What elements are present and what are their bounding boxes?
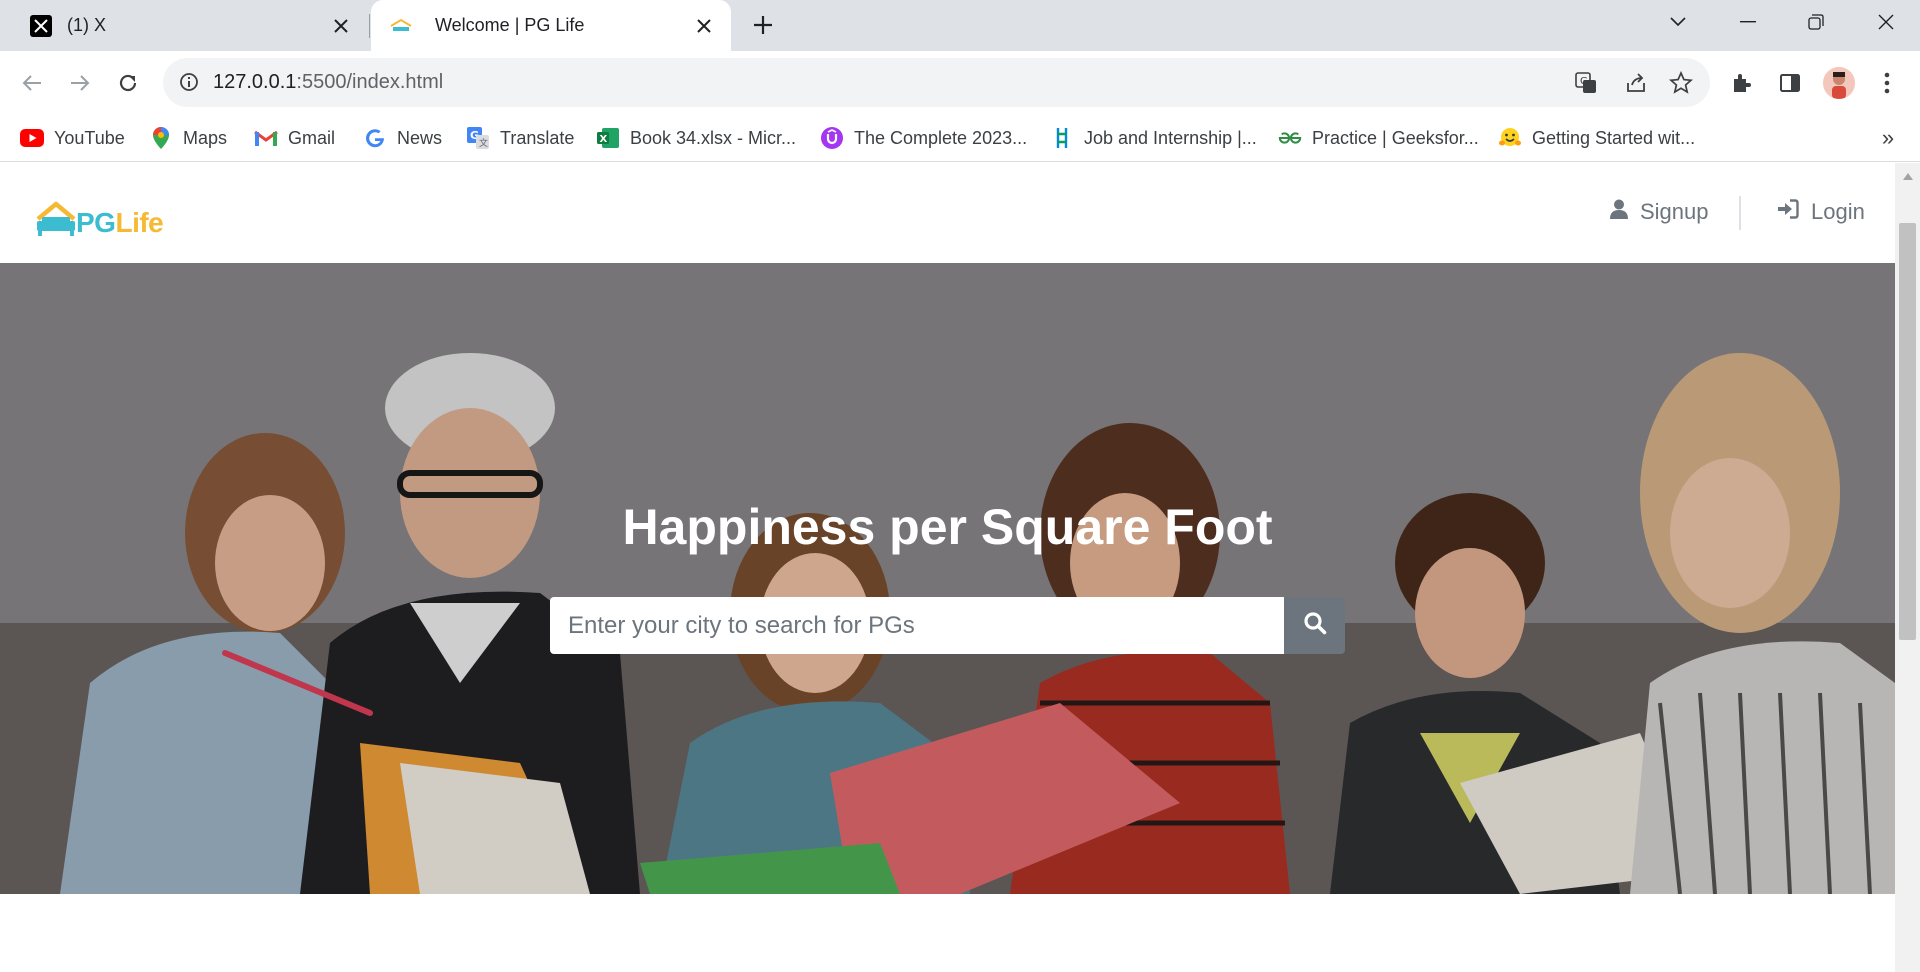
- excel-icon: X: [596, 126, 620, 150]
- bookmark-label: Job and Internship |...: [1084, 127, 1257, 148]
- house-logo-icon: [36, 201, 76, 236]
- tab-strip: (1) X Welcome | PG Life: [0, 0, 1920, 51]
- bookmark-youtube[interactable]: YouTube: [20, 122, 125, 154]
- search-button[interactable]: [1284, 597, 1345, 654]
- bookmarks-bar: YouTube Maps Gmail News G文 Translate X B…: [0, 114, 1920, 162]
- close-window-button[interactable]: [1852, 0, 1920, 44]
- bookmark-internshala[interactable]: Job and Internship |...: [1050, 122, 1257, 154]
- bookmark-gmail[interactable]: Gmail: [254, 122, 335, 154]
- reload-button[interactable]: [110, 65, 146, 101]
- bookmark-label: Practice | Geeksfor...: [1312, 127, 1479, 148]
- tab-pglife[interactable]: Welcome | PG Life: [371, 0, 731, 51]
- url-text: 127.0.0.1:5500/index.html: [213, 71, 443, 94]
- scroll-up-arrow-icon[interactable]: [1895, 165, 1920, 187]
- udemy-icon: [820, 126, 844, 150]
- translate-page-icon[interactable]: G: [1573, 70, 1599, 96]
- page-scrollbar[interactable]: [1895, 163, 1920, 972]
- tab-title: Welcome | PG Life: [435, 15, 585, 35]
- side-panel-icon[interactable]: [1772, 65, 1808, 101]
- bookmark-label: Translate: [500, 127, 575, 148]
- forward-button[interactable]: [62, 65, 98, 101]
- new-tab-button[interactable]: [748, 10, 778, 40]
- signup-link[interactable]: Signup: [1610, 195, 1709, 229]
- bookmark-label: News: [397, 127, 443, 148]
- extensions-icon[interactable]: [1724, 65, 1760, 101]
- signup-label: Signup: [1640, 199, 1709, 224]
- tab-title: (1) X: [67, 15, 107, 35]
- youtube-icon: [20, 126, 44, 150]
- bookmark-label: Getting Started wit...: [1532, 127, 1696, 148]
- browser-toolbar: 127.0.0.1:5500/index.html G: [0, 51, 1920, 114]
- bookmark-maps[interactable]: Maps: [149, 122, 227, 154]
- restore-button[interactable]: [1782, 0, 1850, 44]
- close-tab-icon[interactable]: [689, 11, 719, 41]
- address-bar[interactable]: 127.0.0.1:5500/index.html G: [163, 58, 1710, 107]
- translate-icon: G文: [466, 126, 490, 150]
- login-link[interactable]: Login: [1777, 195, 1865, 229]
- svg-text:X: X: [600, 134, 608, 145]
- pglife-favicon-icon: [389, 14, 413, 38]
- bookmark-udemy[interactable]: The Complete 2023...: [820, 122, 1027, 154]
- bookmark-news[interactable]: News: [363, 122, 442, 154]
- chrome-menu-icon[interactable]: [1869, 65, 1905, 101]
- bookmark-label: Gmail: [288, 127, 336, 148]
- maps-icon: [149, 126, 173, 150]
- url-host: 127.0.0.1: [213, 71, 297, 93]
- user-icon: [1610, 199, 1628, 225]
- site-header: PGLife Signup Login: [0, 163, 1895, 263]
- site-logo[interactable]: PGLife: [34, 193, 164, 239]
- gmail-icon: [254, 126, 278, 150]
- city-search-form: [550, 597, 1345, 654]
- bookmark-label: The Complete 2023...: [854, 127, 1028, 148]
- huggingface-icon: [1498, 126, 1522, 150]
- scrollbar-thumb[interactable]: [1899, 223, 1916, 640]
- share-icon[interactable]: [1623, 70, 1649, 96]
- hero-title: Happiness per Square Foot: [622, 499, 1273, 555]
- students-studying-image: [0, 263, 1895, 894]
- bookmark-huggingface[interactable]: Getting Started wit...: [1498, 122, 1695, 154]
- x-logo-icon: [29, 14, 53, 38]
- profile-avatar[interactable]: [1823, 67, 1855, 99]
- sign-in-icon: [1777, 199, 1799, 225]
- bookmark-excel[interactable]: X Book 34.xlsx - Micr...: [596, 122, 796, 154]
- bookmark-geeksforgeeks[interactable]: Practice | Geeksfor...: [1278, 122, 1479, 154]
- back-button[interactable]: [14, 65, 50, 101]
- svg-text:G: G: [1580, 76, 1588, 87]
- login-label: Login: [1811, 199, 1865, 224]
- tab-search-icon[interactable]: [1644, 0, 1712, 44]
- search-icon: [1303, 611, 1327, 640]
- logo-pg: PG: [76, 207, 116, 238]
- city-search-input[interactable]: [550, 597, 1284, 654]
- tab-separator: [369, 14, 370, 38]
- bookmark-star-icon[interactable]: [1668, 70, 1694, 96]
- page-viewport: PGLife Signup Login Happiness per Square…: [0, 163, 1895, 972]
- bookmark-label: YouTube: [54, 127, 125, 148]
- svg-text:文: 文: [479, 137, 488, 149]
- bookmark-label: Maps: [183, 127, 228, 148]
- google-icon: [363, 126, 387, 150]
- minimize-button[interactable]: [1714, 0, 1782, 44]
- logo-life: Life: [115, 207, 164, 238]
- hero-banner: Happiness per Square Foot: [0, 263, 1895, 894]
- url-path: :5500/index.html: [296, 71, 444, 93]
- internshala-icon: [1050, 126, 1074, 150]
- nav-divider: [1739, 196, 1741, 230]
- close-tab-icon[interactable]: [326, 11, 356, 41]
- geeksforgeeks-icon: [1278, 126, 1302, 150]
- bookmark-translate[interactable]: G文 Translate: [466, 122, 574, 154]
- bookmark-label: Book 34.xlsx - Micr...: [630, 127, 797, 148]
- more-bookmarks-icon[interactable]: »: [1872, 122, 1904, 154]
- logo-text: PGLife: [76, 207, 164, 239]
- site-info-icon[interactable]: [177, 70, 201, 94]
- tab-x[interactable]: (1) X: [0, 0, 368, 51]
